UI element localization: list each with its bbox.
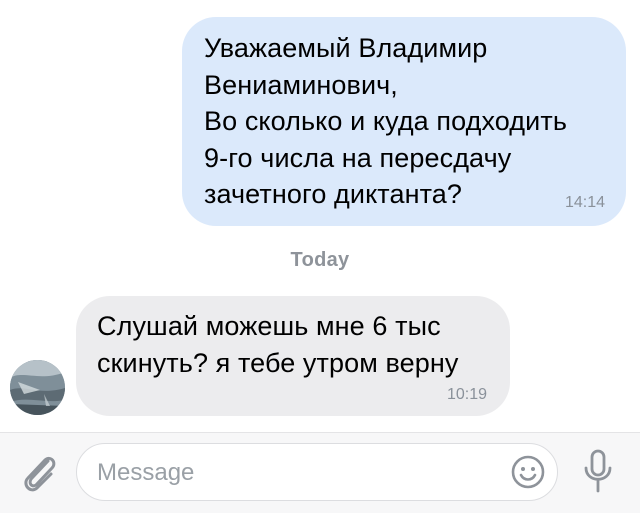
- avatar-image: [10, 360, 65, 415]
- avatar[interactable]: [10, 360, 65, 415]
- attach-button[interactable]: [18, 447, 60, 495]
- message-input[interactable]: Message: [76, 443, 558, 501]
- message-text: Слушай можешь мне 6 тыс скинуть? я тебе …: [97, 311, 459, 378]
- microphone-icon: [584, 449, 612, 493]
- emoji-button[interactable]: [509, 453, 547, 491]
- date-separator: Today: [290, 249, 350, 271]
- message-composer: Message: [0, 432, 640, 513]
- message-input-placeholder: Message: [97, 459, 195, 486]
- message-timestamp: 14:14: [564, 194, 605, 211]
- paperclip-icon: [24, 456, 56, 492]
- message-timestamp: 10:19: [446, 386, 487, 403]
- smiley-icon: [511, 455, 545, 489]
- message-text: Уважаемый Владимир Вениаминович, Во скол…: [204, 33, 567, 209]
- incoming-message-bubble[interactable]: Слушай можешь мне 6 тыс скинуть? я тебе …: [76, 296, 510, 416]
- chat-history[interactable]: Уважаемый Владимир Вениаминович, Во скол…: [0, 0, 640, 432]
- outgoing-message-bubble[interactable]: Уважаемый Владимир Вениаминович, Во скол…: [182, 17, 626, 226]
- microphone-button[interactable]: [580, 447, 616, 497]
